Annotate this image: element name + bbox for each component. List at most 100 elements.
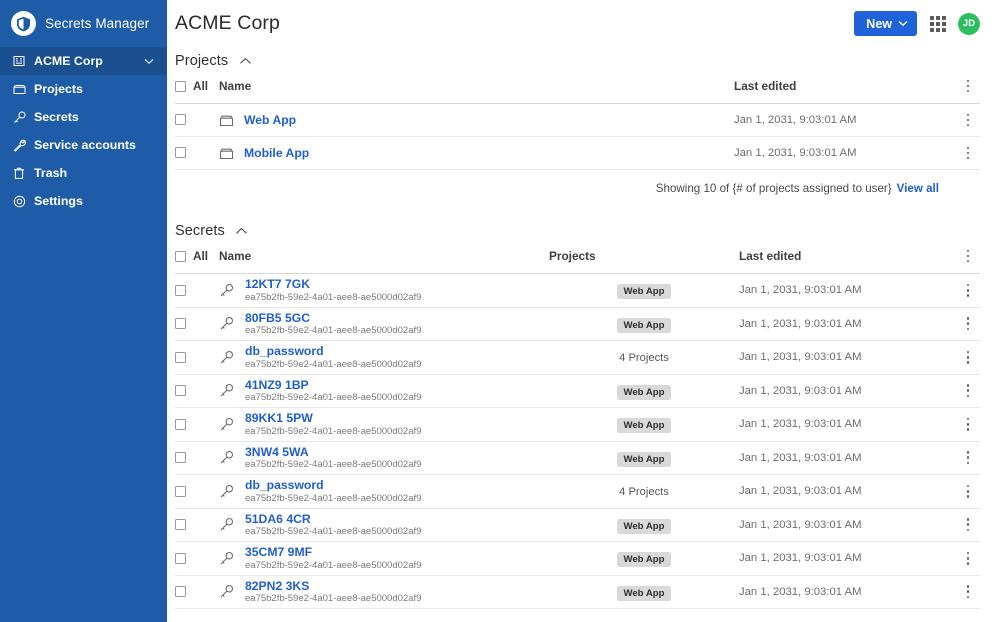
row-checkbox[interactable] — [175, 351, 186, 363]
row-checkbox[interactable] — [175, 552, 186, 564]
sidebar-item-label: ACME Corp — [34, 54, 103, 68]
avatar[interactable]: JD — [958, 12, 980, 35]
row-options-icon[interactable] — [961, 415, 975, 433]
secret-link[interactable]: 80FB5 5GC — [245, 311, 421, 325]
row-checkbox-cell — [175, 474, 219, 509]
secrets-table-options-icon[interactable] — [961, 247, 975, 265]
row-actions-cell — [944, 575, 980, 609]
secret-uuid: ea75b2fb-59e2-4a01-aee8-ae5000d02af9 — [245, 459, 422, 471]
row-last-edited: Jan 1, 2031, 9:03:01 AM — [739, 307, 944, 341]
row-options-icon[interactable] — [961, 516, 975, 534]
row-checkbox[interactable] — [175, 586, 186, 598]
new-button[interactable]: New — [854, 11, 917, 36]
projects-section-title: Projects — [175, 53, 229, 69]
chevron-up-icon[interactable] — [234, 223, 250, 239]
secrets-section-title: Secrets — [175, 223, 225, 239]
row-options-icon[interactable] — [961, 482, 975, 500]
secrets-col-last-edited: Last edited — [739, 247, 944, 274]
sidebar-item-service-accounts[interactable]: Service accounts — [0, 131, 167, 159]
table-row[interactable]: Web App Jan 1, 2031, 9:03:01 AM — [175, 103, 980, 137]
table-row[interactable]: db_password ea75b2fb-59e2-4a01-aee8-ae50… — [175, 340, 980, 375]
secret-link[interactable]: 3NW4 5WA — [245, 445, 421, 459]
row-last-edited: Jan 1, 2031, 9:03:01 AM — [734, 136, 944, 170]
sidebar-item-settings[interactable]: Settings — [0, 187, 167, 215]
key-icon — [219, 484, 234, 499]
top-bar: ACME Corp New JD — [167, 0, 1000, 47]
chevron-up-icon[interactable] — [237, 53, 253, 69]
project-badge: Web App — [617, 585, 671, 601]
table-row[interactable]: 89KK1 5PW ea75b2fb-59e2-4a01-aee8-ae5000… — [175, 407, 980, 442]
select-all-label: All — [193, 249, 209, 263]
row-options-icon[interactable] — [961, 281, 975, 299]
chevron-down-icon[interactable] — [143, 55, 155, 67]
row-checkbox[interactable] — [175, 485, 186, 497]
table-row[interactable]: 12KT7 7GK ea75b2fb-59e2-4a01-aee8-ae5000… — [175, 273, 980, 308]
secret-link[interactable]: 41NZ9 1BP — [245, 378, 421, 392]
project-link[interactable]: Web App — [244, 113, 296, 127]
row-projects-cell: Web App — [549, 541, 739, 576]
projects-table-options-icon[interactable] — [961, 77, 975, 95]
select-all-checkbox[interactable] — [175, 250, 186, 262]
row-checkbox[interactable] — [175, 114, 186, 126]
view-all-link[interactable]: View all — [897, 182, 939, 195]
row-checkbox[interactable] — [175, 385, 186, 397]
secret-link[interactable]: db_password — [245, 478, 421, 492]
row-options-icon[interactable] — [961, 549, 975, 567]
row-options-icon[interactable] — [961, 111, 975, 129]
secrets-table: All Name Projects Last edited 12KT7 7GK … — [175, 247, 980, 609]
row-actions-cell — [944, 340, 980, 375]
row-name-cell: 51DA6 4CR ea75b2fb-59e2-4a01-aee8-ae5000… — [219, 508, 549, 542]
row-options-icon[interactable] — [961, 583, 975, 601]
row-name-cell: 12KT7 7GK ea75b2fb-59e2-4a01-aee8-ae5000… — [219, 273, 549, 308]
row-checkbox-cell — [175, 340, 219, 375]
row-checkbox-cell — [175, 136, 219, 170]
project-badge: Web App — [617, 451, 671, 467]
apps-grid-icon[interactable] — [929, 15, 946, 32]
key-icon — [219, 417, 234, 432]
table-row[interactable]: 41NZ9 1BP ea75b2fb-59e2-4a01-aee8-ae5000… — [175, 374, 980, 408]
row-actions-cell — [944, 441, 980, 475]
select-all-checkbox[interactable] — [175, 80, 186, 92]
project-badge: Web App — [617, 384, 671, 400]
row-options-icon[interactable] — [961, 315, 975, 333]
sidebar-item-secrets[interactable]: Secrets — [0, 103, 167, 131]
row-options-icon[interactable] — [961, 348, 975, 366]
row-last-edited: Jan 1, 2031, 9:03:01 AM — [739, 441, 944, 475]
row-options-icon[interactable] — [961, 449, 975, 467]
row-checkbox[interactable] — [175, 452, 186, 464]
secret-link[interactable]: db_password — [245, 344, 421, 358]
secret-link[interactable]: 35CM7 9MF — [245, 545, 421, 559]
shield-logo-icon — [11, 11, 36, 36]
table-row[interactable]: 3NW4 5WA ea75b2fb-59e2-4a01-aee8-ae5000d… — [175, 441, 980, 475]
row-actions-cell — [944, 508, 980, 542]
project-badge: Web App — [617, 317, 671, 333]
new-button-label: New — [866, 16, 892, 31]
sidebar-item-projects[interactable]: Projects — [0, 75, 167, 103]
table-row[interactable]: Mobile App Jan 1, 2031, 9:03:01 AM — [175, 136, 980, 170]
row-checkbox[interactable] — [175, 318, 186, 330]
row-last-edited: Jan 1, 2031, 9:03:01 AM — [739, 474, 944, 509]
row-checkbox[interactable] — [175, 284, 186, 296]
table-row[interactable]: 82PN2 3KS ea75b2fb-59e2-4a01-aee8-ae5000… — [175, 575, 980, 609]
sidebar-item-acme-corp[interactable]: ACME Corp — [0, 47, 167, 75]
row-name-cell: Mobile App — [219, 136, 734, 170]
key-icon — [219, 551, 234, 566]
secret-link[interactable]: 82PN2 3KS — [245, 579, 421, 593]
row-options-icon[interactable] — [961, 382, 975, 400]
table-row[interactable]: 80FB5 5GC ea75b2fb-59e2-4a01-aee8-ae5000… — [175, 307, 980, 341]
table-row[interactable]: 35CM7 9MF ea75b2fb-59e2-4a01-aee8-ae5000… — [175, 541, 980, 576]
row-checkbox[interactable] — [175, 519, 186, 531]
row-options-icon[interactable] — [961, 144, 975, 162]
row-last-edited: Jan 1, 2031, 9:03:01 AM — [739, 374, 944, 408]
row-checkbox[interactable] — [175, 147, 186, 159]
project-link[interactable]: Mobile App — [244, 146, 309, 160]
sidebar-item-trash[interactable]: Trash — [0, 159, 167, 187]
table-row[interactable]: 51DA6 4CR ea75b2fb-59e2-4a01-aee8-ae5000… — [175, 508, 980, 542]
row-checkbox[interactable] — [175, 418, 186, 430]
row-last-edited: Jan 1, 2031, 9:03:01 AM — [739, 575, 944, 609]
projects-col-actions — [944, 77, 980, 104]
secret-link[interactable]: 51DA6 4CR — [245, 512, 421, 526]
table-row[interactable]: db_password ea75b2fb-59e2-4a01-aee8-ae50… — [175, 474, 980, 509]
secret-link[interactable]: 12KT7 7GK — [245, 277, 421, 291]
secret-link[interactable]: 89KK1 5PW — [245, 411, 421, 425]
